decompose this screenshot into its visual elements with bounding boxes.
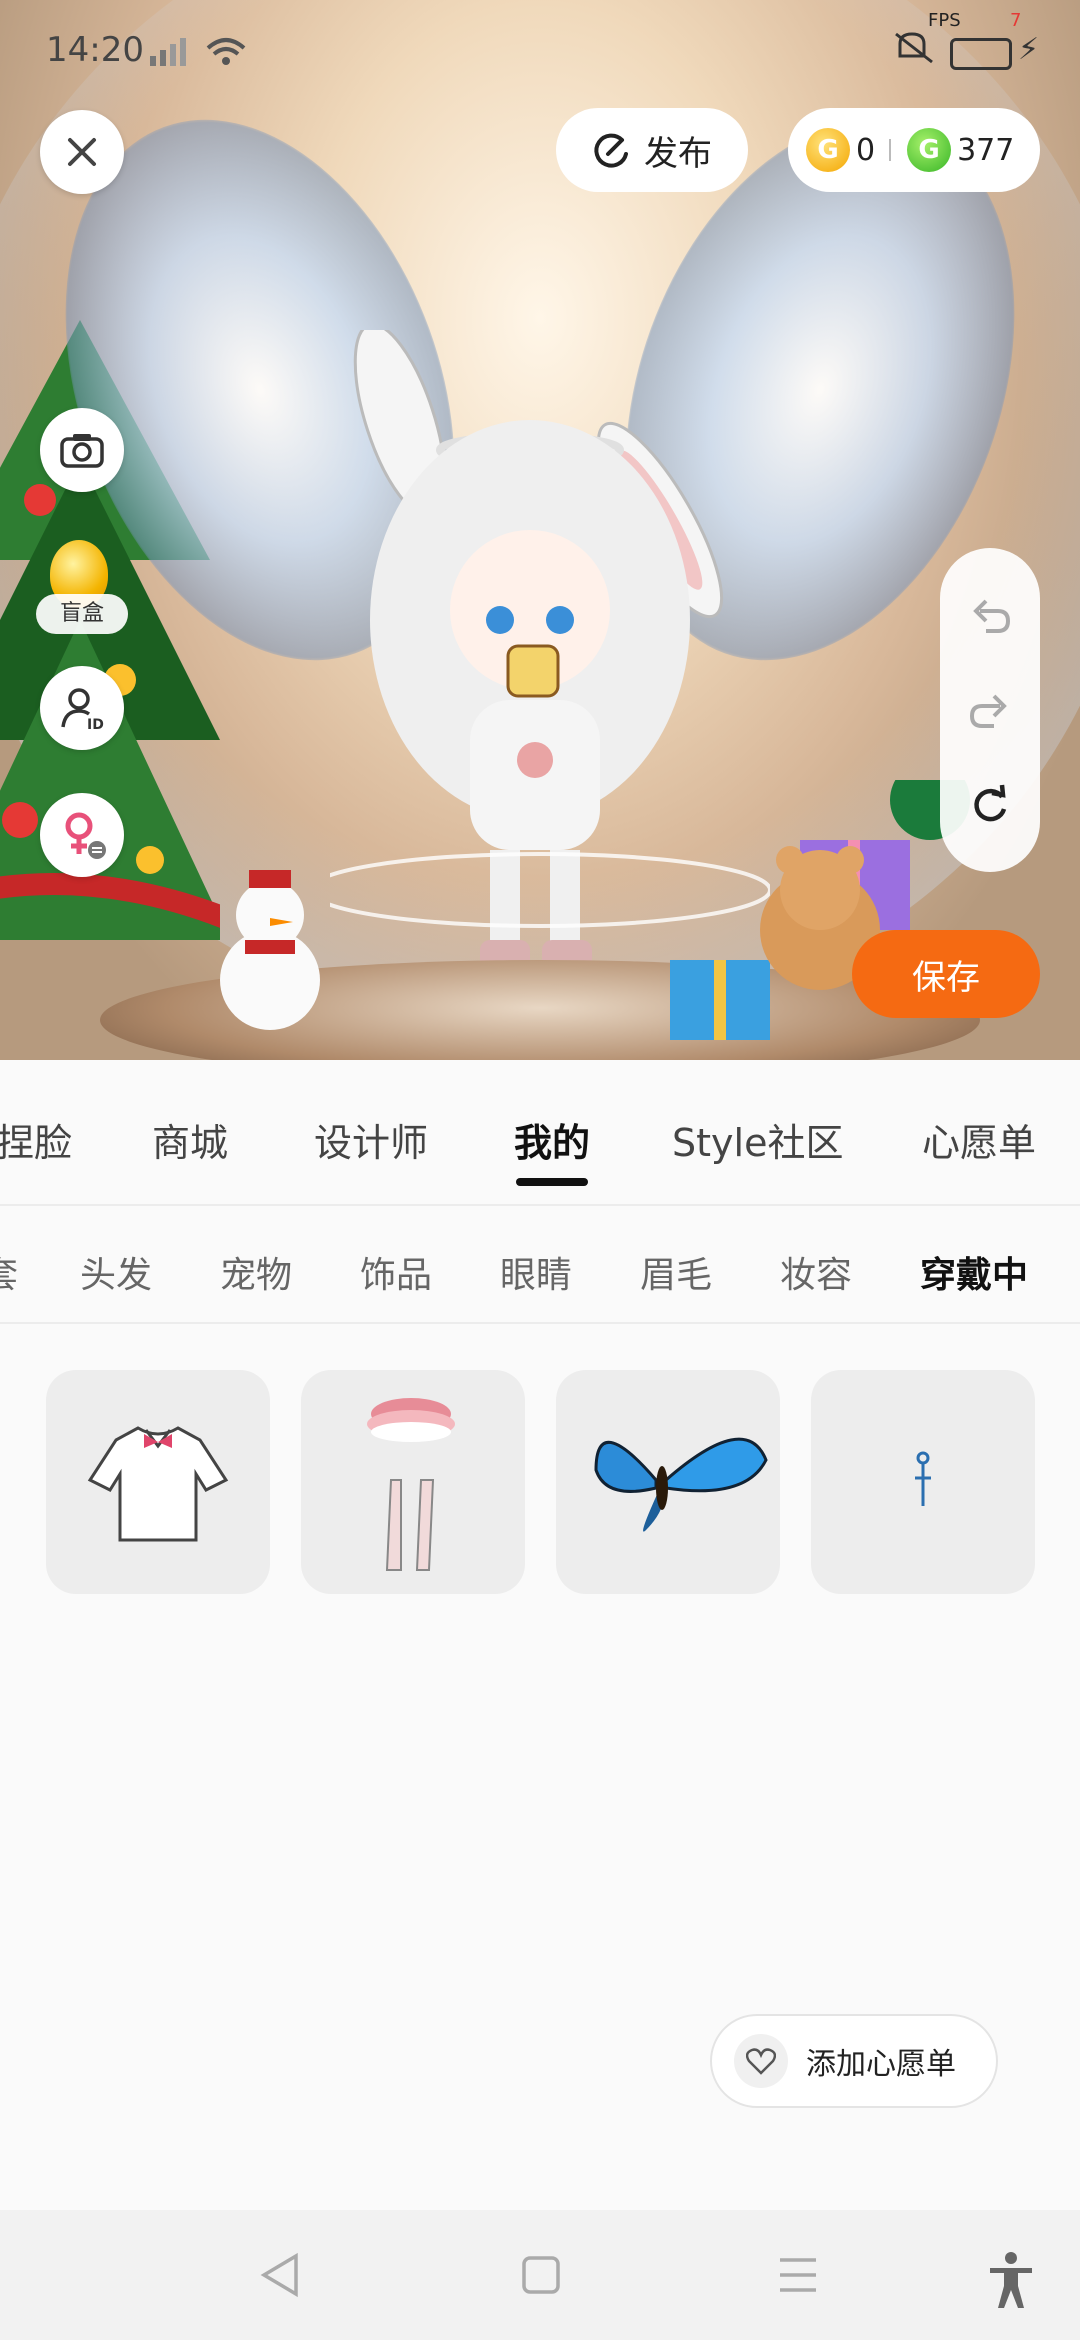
active-tab-indicator [516, 1178, 588, 1186]
close-button[interactable] [40, 110, 124, 194]
gender-switch-button[interactable] [40, 793, 124, 877]
system-navigation-bar [0, 2210, 1080, 2340]
wearing-item-butterfly[interactable] [556, 1370, 780, 1594]
charging-icon: ⚡ [1018, 32, 1040, 67]
subtab-accessories[interactable]: 饰品 [360, 1246, 432, 1298]
tab-shop[interactable]: 商城 [152, 1112, 228, 1167]
tab-mine[interactable]: 我的 [514, 1112, 590, 1167]
user-id-icon: ID [61, 688, 104, 731]
subtab-pet[interactable]: 宠物 [220, 1246, 292, 1298]
publish-icon [594, 133, 628, 168]
wearing-item-shirt[interactable] [46, 1370, 270, 1594]
battery-icon [950, 38, 1012, 70]
subtab-eyes[interactable]: 眼睛 [500, 1246, 572, 1298]
avatar-scene[interactable]: 14:20 FPS 7 ⚡ 发布 G 0 G 377 盲盒 ID 保存 [0, 0, 1080, 1060]
add-to-wishlist-label: 添加心愿单 [806, 2047, 956, 2082]
save-button[interactable]: 保存 [852, 930, 1040, 1018]
subtab-eyebrows[interactable]: 眉毛 [640, 1246, 712, 1298]
subtab-hair[interactable]: 头发 [80, 1246, 152, 1298]
wearing-item-skirt-stockings[interactable] [301, 1370, 525, 1594]
green-coin-icon: G [907, 128, 952, 172]
currency-display[interactable]: G 0 G 377 [788, 108, 1040, 192]
close-icon [68, 138, 96, 166]
edit-history-panel [940, 548, 1040, 872]
recent-apps-icon[interactable] [776, 2250, 820, 2300]
heart-icon [734, 2034, 788, 2088]
signal-icon [150, 38, 246, 66]
camera-icon [60, 434, 104, 468]
tab-wishlist[interactable]: 心愿单 [922, 1112, 1036, 1167]
skirt-and-stockings-icon [367, 1398, 455, 1571]
wearing-item-earring[interactable] [811, 1370, 1035, 1594]
tab-style-community[interactable]: Style社区 [672, 1112, 843, 1167]
main-tabs: 捏脸 商城 设计师 我的 Style社区 心愿单 [0, 1060, 1080, 1206]
fps-label: FPS [928, 10, 961, 31]
publish-label: 发布 [644, 133, 712, 174]
sub-tabs: 套 头发 宠物 饰品 眼睛 眉毛 妆容 穿戴中 [0, 1206, 1080, 1324]
back-icon[interactable] [258, 2250, 302, 2300]
green-coin-value: 377 [957, 132, 1015, 168]
reset-icon[interactable] [968, 783, 1012, 827]
accessibility-icon[interactable] [986, 2250, 1036, 2310]
undo-icon[interactable] [968, 593, 1012, 637]
fps-value: 7 [1010, 10, 1022, 31]
blind-box-label: 盲盒 [36, 594, 128, 634]
mute-icon [895, 32, 933, 64]
gold-coin-value: 0 [856, 132, 876, 168]
signal-wifi-icons [148, 34, 258, 75]
status-bar: 14:20 FPS 7 ⚡ [0, 0, 1080, 100]
home-icon[interactable] [518, 2250, 562, 2300]
female-gender-icon [65, 812, 106, 859]
earring-icon [915, 1451, 931, 1506]
tab-face-edit[interactable]: 捏脸 [0, 1112, 72, 1167]
blind-box-button[interactable]: 盲盒 [36, 540, 128, 636]
status-time: 14:20 [46, 30, 144, 70]
add-to-wishlist-button[interactable]: 添加心愿单 [710, 2014, 998, 2108]
camera-button[interactable] [40, 408, 124, 492]
redo-icon[interactable] [968, 688, 1012, 732]
subtab-wearing[interactable]: 穿戴中 [920, 1246, 1028, 1298]
currency-divider [889, 139, 892, 161]
butterfly-icon [594, 1437, 768, 1532]
subtab-outfit-set[interactable]: 套 [0, 1246, 18, 1298]
tab-designer[interactable]: 设计师 [314, 1112, 428, 1167]
publish-button[interactable]: 发布 [556, 108, 748, 192]
svg-text:ID: ID [87, 717, 104, 731]
avatar-id-button[interactable]: ID [40, 666, 124, 750]
gold-coin-icon: G [806, 128, 850, 172]
snowman [220, 870, 320, 1030]
white-shirt-icon [87, 1426, 229, 1542]
subtab-makeup[interactable]: 妆容 [780, 1246, 852, 1298]
